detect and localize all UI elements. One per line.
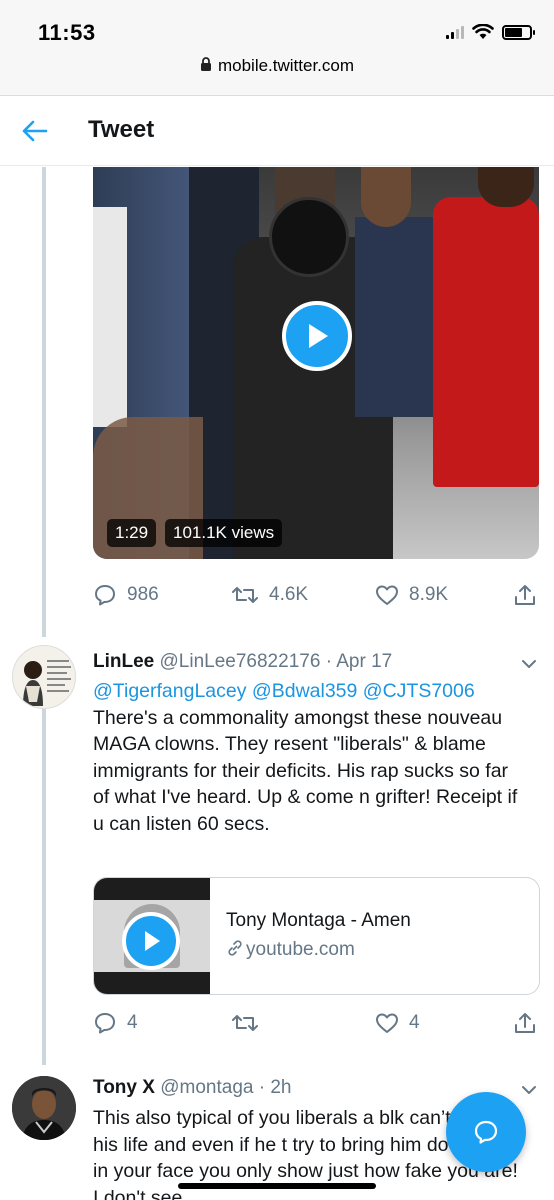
retweet-button[interactable] bbox=[231, 1012, 269, 1034]
retweet-icon bbox=[232, 1015, 258, 1031]
tweet-header: LinLee @LinLee76822176 · Apr 17 bbox=[93, 651, 392, 673]
reply-count: 4 bbox=[127, 1012, 138, 1033]
heart-icon bbox=[376, 585, 398, 605]
page-title: Tweet bbox=[88, 116, 155, 143]
chevron-down-icon[interactable] bbox=[520, 655, 538, 673]
retweet-icon bbox=[232, 587, 258, 603]
cellular-signal-icon bbox=[446, 25, 464, 39]
avatar[interactable] bbox=[12, 645, 76, 709]
home-indicator[interactable] bbox=[178, 1183, 376, 1189]
compose-reply-button[interactable] bbox=[446, 1092, 526, 1172]
back-button[interactable] bbox=[20, 116, 50, 146]
thread-line bbox=[42, 705, 46, 1065]
reply-button[interactable]: 986 bbox=[93, 583, 159, 607]
reply-button[interactable]: 4 bbox=[93, 1011, 138, 1035]
url-text: mobile.twitter.com bbox=[217, 56, 355, 75]
link-icon bbox=[228, 940, 242, 956]
battery-icon bbox=[502, 24, 535, 40]
tweet-actions: 986 4.6K 8.9K bbox=[93, 580, 539, 610]
video-figure bbox=[433, 197, 539, 487]
video-figure bbox=[269, 197, 349, 277]
card-thumbnail bbox=[94, 878, 210, 994]
video-player[interactable]: 1:29 101.1K views bbox=[93, 167, 539, 559]
share-icon bbox=[515, 1013, 535, 1033]
video-duration: 1:29 bbox=[107, 519, 157, 547]
mention-link[interactable]: @CJTS7006 bbox=[363, 680, 475, 702]
avatar-illustration-icon bbox=[23, 660, 71, 706]
avatar-photo-icon bbox=[12, 1076, 76, 1140]
tweet-text: @TigerfangLacey @Bdwal359 @CJTS7006 Ther… bbox=[93, 678, 523, 837]
video-figure bbox=[355, 217, 435, 417]
tweet-date[interactable]: Apr 17 bbox=[336, 651, 392, 672]
share-button[interactable] bbox=[513, 1011, 537, 1035]
url-bar[interactable]: mobile.twitter.com bbox=[0, 56, 554, 76]
like-count: 8.9K bbox=[409, 584, 449, 605]
thread-line bbox=[42, 167, 46, 637]
browser-chrome: 11:53 mobile.twitter.com bbox=[0, 0, 554, 96]
video-figure bbox=[93, 207, 127, 427]
video-figure bbox=[478, 167, 534, 207]
tweet-actions: 4 4 bbox=[93, 1008, 539, 1038]
card-title: Tony Montaga - Amen bbox=[226, 910, 411, 931]
retweet-button[interactable]: 4.6K bbox=[231, 584, 308, 606]
like-count: 4 bbox=[409, 1012, 420, 1033]
mention-link[interactable]: @Bdwal359 bbox=[252, 680, 357, 702]
user-handle[interactable]: @montaga bbox=[160, 1077, 253, 1098]
reply-count: 986 bbox=[127, 584, 159, 605]
video-views: 101.1K views bbox=[165, 519, 283, 547]
status-icons bbox=[446, 24, 535, 40]
play-icon bbox=[145, 931, 160, 951]
avatar[interactable] bbox=[12, 1076, 76, 1140]
chat-bubble-icon bbox=[474, 1120, 498, 1144]
wifi-icon bbox=[472, 24, 494, 39]
display-name[interactable]: Tony X bbox=[93, 1077, 155, 1098]
reply-icon bbox=[95, 585, 115, 606]
mention-link[interactable]: @TigerfangLacey bbox=[93, 680, 247, 702]
retweet-count: 4.6K bbox=[269, 584, 309, 605]
share-icon bbox=[515, 585, 535, 605]
heart-icon bbox=[376, 1013, 398, 1033]
lock-icon bbox=[200, 57, 211, 71]
play-button[interactable] bbox=[282, 301, 352, 371]
tweet-date[interactable]: 2h bbox=[270, 1077, 291, 1098]
page-header: Tweet bbox=[0, 96, 554, 166]
chevron-down-icon[interactable] bbox=[520, 1081, 538, 1099]
user-handle[interactable]: @LinLee76822176 bbox=[160, 651, 321, 672]
card-domain: youtube.com bbox=[226, 939, 355, 961]
play-icon bbox=[309, 324, 328, 348]
date-separator: · bbox=[258, 1077, 266, 1098]
video-figure bbox=[361, 167, 411, 227]
status-time: 11:53 bbox=[38, 20, 96, 45]
card-play-button[interactable] bbox=[122, 912, 180, 970]
arrow-left-icon bbox=[22, 120, 48, 142]
tweet-header: Tony X @montaga · 2h bbox=[93, 1077, 291, 1099]
card-domain-text: youtube.com bbox=[246, 939, 355, 960]
tweet-body: There's a commonality amongst these nouv… bbox=[93, 706, 518, 835]
reply-icon bbox=[95, 1013, 115, 1034]
like-button[interactable]: 8.9K bbox=[375, 584, 448, 606]
display-name[interactable]: LinLee bbox=[93, 651, 154, 672]
share-button[interactable] bbox=[513, 583, 537, 607]
mentions: @TigerfangLacey @Bdwal359 @CJTS7006 bbox=[93, 678, 523, 705]
like-button[interactable]: 4 bbox=[375, 1012, 420, 1034]
link-card[interactable]: Tony Montaga - Amen youtube.com bbox=[93, 877, 540, 995]
date-separator: · bbox=[325, 651, 333, 672]
